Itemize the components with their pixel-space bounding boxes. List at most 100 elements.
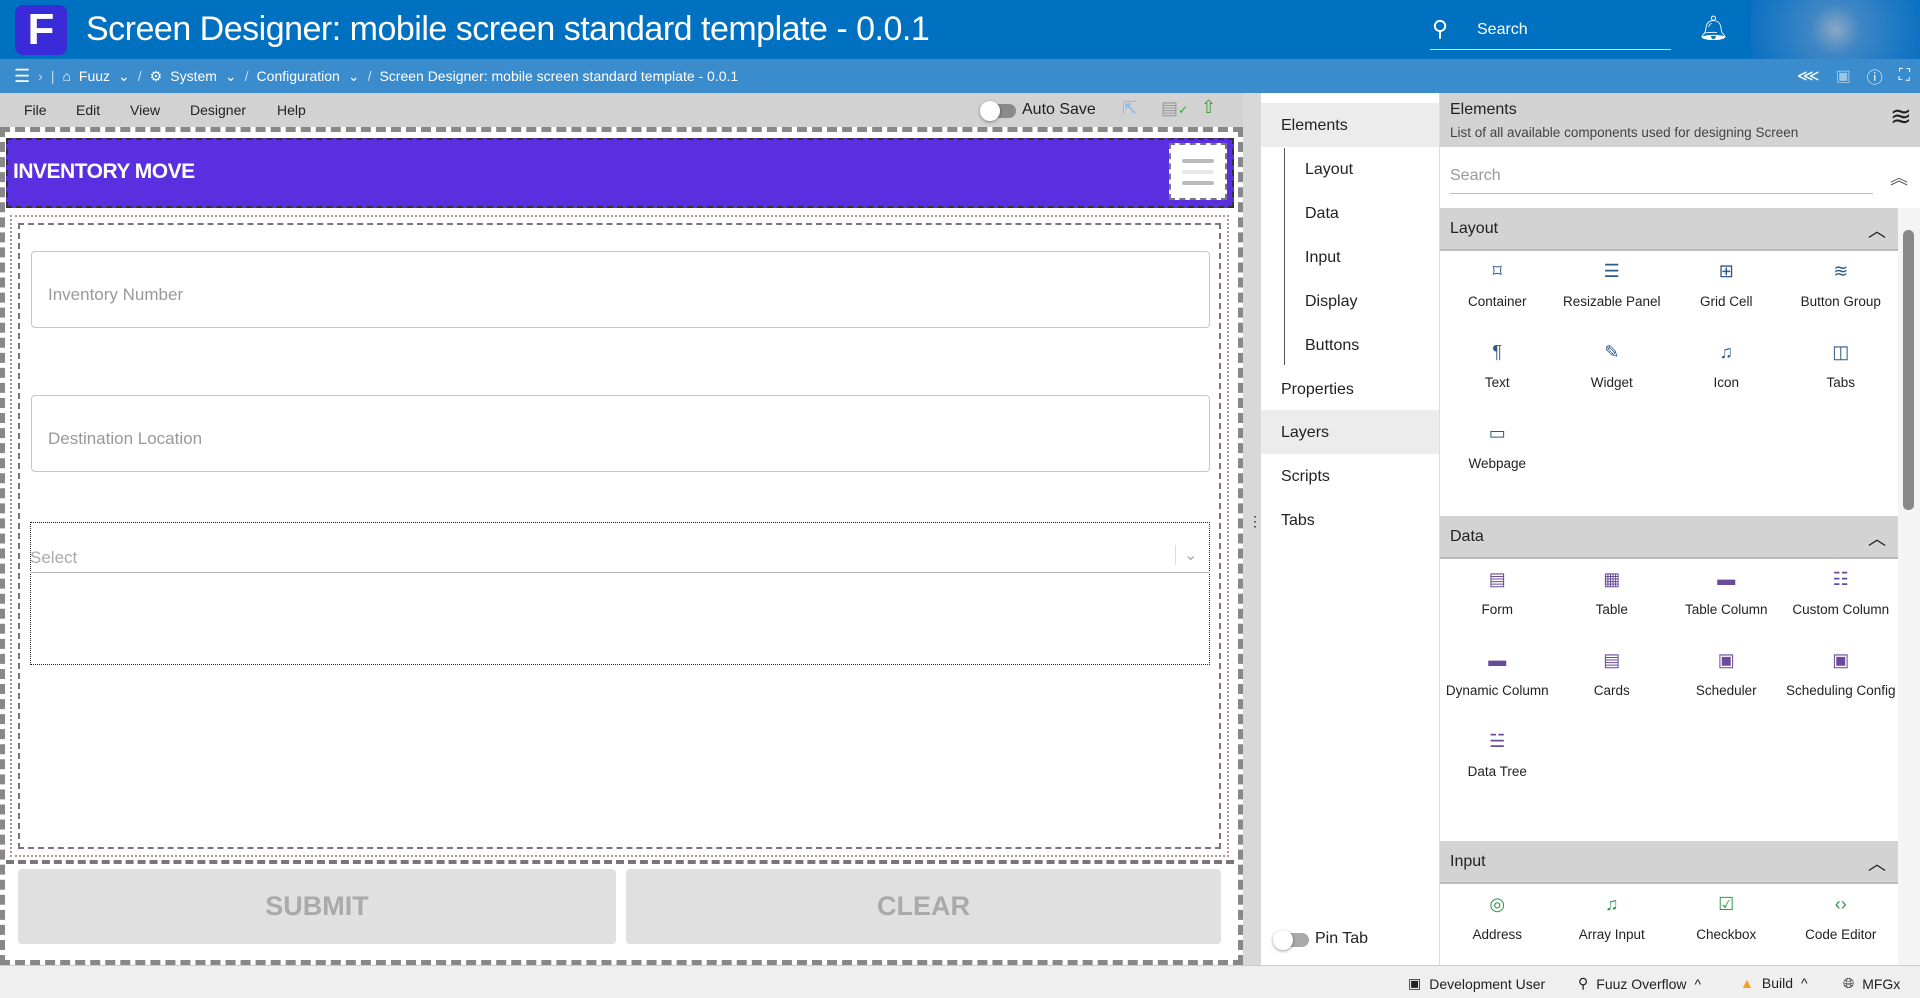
menu-file[interactable]: File [24,102,47,118]
save-check-icon[interactable]: ▤✓ [1161,98,1188,119]
nav-buttons[interactable]: Buttons [1261,323,1439,367]
element-label: Array Input [1578,927,1645,942]
menu-view[interactable]: View [130,102,160,118]
fullscreen-icon[interactable]: ⛶ [1899,67,1910,85]
element-label: Webpage [1468,456,1527,471]
chevron-down-icon[interactable]: ⌄ [1175,545,1197,565]
nav-data[interactable]: Data [1261,191,1439,235]
element-text[interactable]: ¶ Text [1440,332,1555,413]
array-input-icon: ♫ [1605,894,1619,914]
element-scheduling-config[interactable]: ▣ Scheduling Config [1784,640,1899,721]
resize-handle[interactable]: ⋮ [1243,93,1262,965]
element-label: Table Column [1684,602,1768,617]
bell-icon[interactable]: 🔔︎ [1698,14,1728,43]
icon-icon: ♫ [1719,342,1734,362]
chevron-up-icon: ^ [1801,975,1808,991]
footer-env[interactable]: ▲ Build ^ [1740,975,1808,991]
scrollbar-thumb[interactable] [1903,230,1914,510]
element-button-group[interactable]: ≋ Button Group [1784,251,1899,332]
inventory-number-input[interactable]: Inventory Number [31,251,1210,328]
chevron-up-icon[interactable]: ︿ [1868,525,1886,551]
element-widget[interactable]: ✎ Widget [1555,332,1670,413]
menu-bar: File Edit View Designer Help Auto Save ⇱… [0,93,1243,127]
nav-properties[interactable]: Properties [1261,367,1439,411]
panel-subtitle: List of all available components used fo… [1450,125,1799,140]
nav-tabs[interactable]: Tabs [1261,498,1439,542]
element-grid-cell[interactable]: ⊞ Grid Cell [1669,251,1784,332]
element-address[interactable]: ◎ Address [1440,884,1555,965]
chevron-down-icon[interactable]: ⌄ [348,68,360,85]
avatar[interactable] [1751,0,1920,59]
breadcrumb-fuuz[interactable]: Fuuz [79,68,110,84]
open-external-icon[interactable]: ⇱ [1122,98,1137,119]
element-form[interactable]: ▤ Form [1440,559,1555,640]
menu-designer[interactable]: Designer [190,102,246,118]
hamburger-menu-icon[interactable] [1169,143,1227,200]
nav-scripts[interactable]: Scripts [1261,454,1439,498]
element-label: Address [1472,927,1523,942]
submit-button[interactable]: SUBMIT [18,869,616,944]
help-icon[interactable]: ⓘ [1867,64,1883,88]
chevron-down-icon[interactable]: ⌄ [225,68,237,85]
menu-help[interactable]: Help [277,102,306,118]
chevron-up-icon[interactable]: ︿ [1868,850,1886,876]
menu-icon[interactable]: ☰ [14,66,30,87]
chevron-up-icon[interactable]: ︿ [1868,217,1886,243]
element-dynamic-column[interactable]: ▬ Dynamic Column [1440,640,1555,721]
element-custom-column[interactable]: ☷ Custom Column [1784,559,1899,640]
nav-layers[interactable]: Layers [1261,410,1439,454]
footer-app[interactable]: 🌐︎ MFGx [1843,975,1900,992]
element-search-input[interactable]: Search [1450,167,1873,194]
element-table[interactable]: ▦ Table [1555,559,1670,640]
section-input[interactable]: Input ︿ [1440,841,1898,884]
breadcrumb-system[interactable]: System [170,68,217,84]
select-container[interactable] [30,522,1210,665]
hardhat-icon: ▲ [1740,975,1754,991]
element-label: Custom Column [1792,602,1890,617]
share-icon[interactable]: ⋘ [1797,66,1820,86]
element-icon[interactable]: ♫ Icon [1669,332,1784,413]
collapse-all-icon[interactable]: ︽ [1890,164,1908,190]
breadcrumb-configuration[interactable]: Configuration [257,68,340,84]
section-layout[interactable]: Layout ︿ [1440,208,1898,251]
breadcrumb: ☰ › | ⌂ Fuuz ⌄ / ⚙ System ⌄ / Configuration ⌄ / Sc… [0,59,1920,93]
clear-button[interactable]: CLEAR [626,869,1221,944]
element-resizable-panel[interactable]: ☰ Resizable Panel [1555,251,1670,332]
global-search[interactable]: ⚲ Search [1430,14,1671,50]
gear-icon: ⚙ [149,67,163,84]
drag-dots-icon[interactable]: ⋮ [1248,514,1262,528]
footer-user[interactable]: ▣ Development User [1408,975,1545,992]
element-cards[interactable]: ▤ Cards [1555,640,1670,721]
nav-display[interactable]: Display [1261,279,1439,323]
element-array-input[interactable]: ♫ Array Input [1555,884,1670,965]
globe-icon: 🌐︎ [1843,975,1855,991]
element-webpage[interactable]: ▭ Webpage [1440,413,1555,494]
text-icon: ¶ [1492,342,1503,362]
element-code-editor[interactable]: ‹› Code Editor [1784,884,1899,965]
element-data-tree[interactable]: ☱ Data Tree [1440,721,1555,802]
pin-tab-toggle[interactable] [1273,930,1309,950]
destination-location-input[interactable]: Destination Location [31,395,1210,472]
nav-elements[interactable]: Elements [1261,103,1439,147]
element-scheduler[interactable]: ▣ Scheduler [1669,640,1784,721]
section-data[interactable]: Data ︿ [1440,516,1898,559]
form-icon: ▤ [1488,569,1506,589]
nav-sub-line [1284,148,1285,365]
auto-save-toggle[interactable] [980,101,1016,121]
webpage-icon: ▭ [1488,423,1506,443]
element-container[interactable]: ⌑ Container [1440,251,1555,332]
nav-layout[interactable]: Layout [1261,147,1439,191]
element-checkbox[interactable]: ☑ Checkbox [1669,884,1784,965]
chevron-down-icon[interactable]: ⌄ [118,68,130,85]
select-dropdown[interactable]: Select [30,548,77,568]
element-tabs[interactable]: ◫ Tabs [1784,332,1899,413]
menu-edit[interactable]: Edit [76,102,100,118]
data-grid: ▤ Form ▦ Table ▬ Table Column ☷ Custom Column ▬ D… [1440,559,1898,802]
publish-icon[interactable]: ⇧ [1201,97,1216,118]
chevron-up-icon: ^ [1694,975,1702,992]
code-icon[interactable]: ▣ [1836,66,1851,86]
nav-input[interactable]: Input [1261,235,1439,279]
app-logo[interactable]: F [15,5,67,55]
footer-tenant[interactable]: ⚲ Fuuz Overflow ^ [1578,975,1701,992]
element-table-column[interactable]: ▬ Table Column [1669,559,1784,640]
